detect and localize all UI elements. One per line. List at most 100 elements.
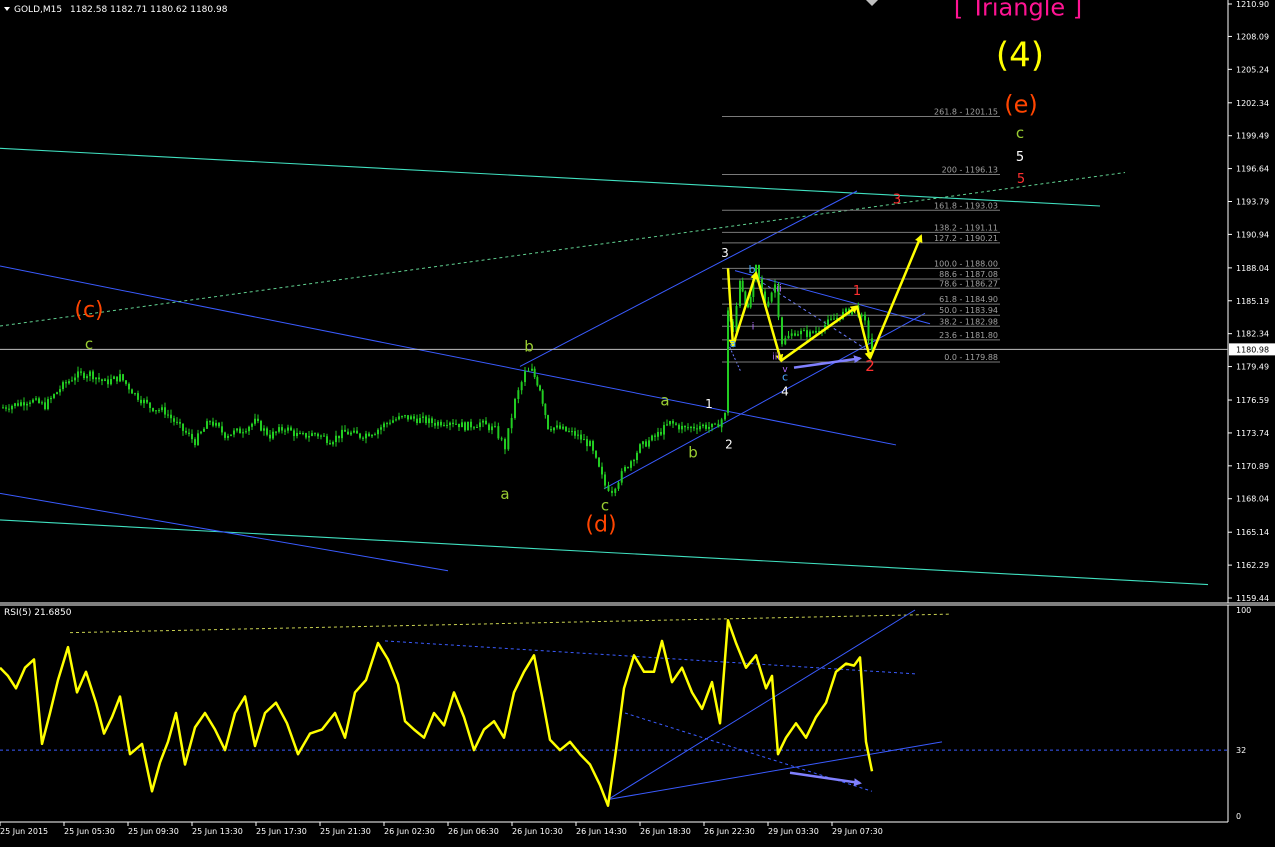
candle-body	[541, 390, 544, 404]
candle-body	[604, 474, 606, 486]
wave-label: c	[85, 335, 93, 353]
candle-body	[77, 371, 79, 378]
candle-body	[353, 430, 355, 433]
candle-body	[152, 407, 154, 412]
candle-body	[134, 393, 136, 395]
price-tick-label: 1179.49	[1236, 363, 1269, 372]
candle-body	[266, 428, 268, 435]
candle-body	[143, 399, 145, 404]
candle-body	[485, 420, 487, 425]
wave-label: 5	[1017, 172, 1025, 187]
candle-body	[356, 430, 358, 434]
time-tick-label: 26 Jun 14:30	[576, 827, 627, 836]
candle-body	[422, 416, 424, 418]
candle-body	[335, 435, 337, 443]
candle-body	[790, 333, 793, 336]
price-tick-label: 1188.04	[1236, 264, 1269, 273]
candle-body	[565, 426, 567, 432]
wave-label: a	[730, 337, 737, 350]
candle-body	[781, 317, 783, 345]
wave-label: i	[752, 322, 755, 333]
candle-body	[559, 425, 561, 429]
time-tick-label: 26 Jun 06:30	[448, 827, 499, 836]
candle-body	[633, 460, 635, 462]
candle-body	[449, 422, 451, 426]
candle-body	[520, 382, 523, 391]
candle-body	[437, 421, 439, 426]
wave-label: (e)	[1004, 91, 1038, 119]
time-tick-label: 25 Jun 21:30	[320, 827, 371, 836]
candle-body	[29, 402, 31, 404]
candle-body	[428, 418, 430, 424]
candle-body	[458, 423, 460, 428]
candle-body	[800, 330, 802, 335]
candle-body	[871, 338, 873, 350]
price-chart[interactable]: GOLD,M15 1182.58 1182.71 1180.62 1180.98…	[0, 0, 1275, 843]
candle-body	[359, 433, 361, 438]
candle-body	[507, 428, 510, 450]
price-tick-label: 1199.49	[1236, 132, 1269, 141]
candle-body	[550, 429, 552, 431]
candle-body	[332, 442, 334, 445]
candle-body	[784, 338, 787, 345]
candle-body	[227, 435, 229, 438]
candle-body	[666, 424, 668, 426]
candle-body	[59, 389, 61, 393]
current-price-label: 1180.98	[1236, 345, 1269, 354]
candle-body	[860, 314, 863, 317]
candle-body	[65, 382, 67, 384]
candle-body	[8, 408, 10, 410]
candle-body	[517, 390, 520, 399]
price-tick-label: 1193.79	[1236, 197, 1269, 206]
candle-body	[23, 402, 25, 406]
wave-label: 2	[725, 437, 733, 451]
candle-body	[125, 380, 127, 384]
candle-body	[864, 314, 866, 321]
wave-label: 1	[705, 397, 713, 411]
candle-body	[281, 427, 283, 431]
candle-body	[374, 434, 376, 436]
candle-body	[404, 415, 406, 417]
candle-body	[431, 418, 433, 424]
chart-canvas[interactable]: GOLD,M15 1182.58 1182.71 1180.62 1180.98…	[0, 0, 1275, 843]
price-tick-label: 1185.19	[1236, 297, 1269, 306]
wave-label: 5	[1016, 150, 1024, 165]
fib-level-label: 0.0 - 1179.88	[944, 353, 998, 362]
candle-body	[155, 410, 157, 412]
candle-body	[497, 426, 500, 439]
candle-body	[845, 308, 847, 312]
candle-body	[693, 426, 695, 429]
candle-body	[2, 407, 4, 409]
candle-body	[368, 433, 370, 437]
candle-body	[83, 372, 85, 379]
candle-body	[620, 471, 623, 483]
candle-body	[341, 429, 343, 439]
candle-body	[212, 421, 214, 426]
candle-body	[527, 370, 530, 372]
fib-level-label: 50.0 - 1183.94	[939, 306, 998, 315]
candle-body	[705, 424, 707, 429]
price-tick-label: 1205.24	[1236, 65, 1269, 74]
candle-body	[419, 417, 421, 423]
fib-level-label: 100.0 - 1188.00	[934, 259, 998, 268]
candle-body	[275, 431, 277, 433]
wave-label: c	[782, 370, 788, 383]
candle-body	[413, 416, 415, 419]
candle-body	[440, 421, 442, 426]
candle-body	[11, 405, 13, 410]
candle-body	[524, 371, 526, 383]
candle-body	[110, 379, 112, 385]
candle-body	[645, 441, 647, 447]
candle-body	[257, 418, 259, 422]
price-tick-label: 1165.14	[1236, 528, 1269, 537]
price-tick-label: 1173.74	[1236, 429, 1269, 438]
candle-body	[577, 434, 579, 436]
candle-body	[122, 374, 124, 381]
candle-body	[720, 419, 723, 428]
candle-body	[398, 416, 400, 420]
candle-body	[803, 330, 805, 332]
candle-body	[648, 440, 650, 447]
candle-body	[809, 331, 811, 337]
fib-level-label: 61.8 - 1184.90	[939, 295, 998, 304]
candle-body	[80, 371, 82, 373]
